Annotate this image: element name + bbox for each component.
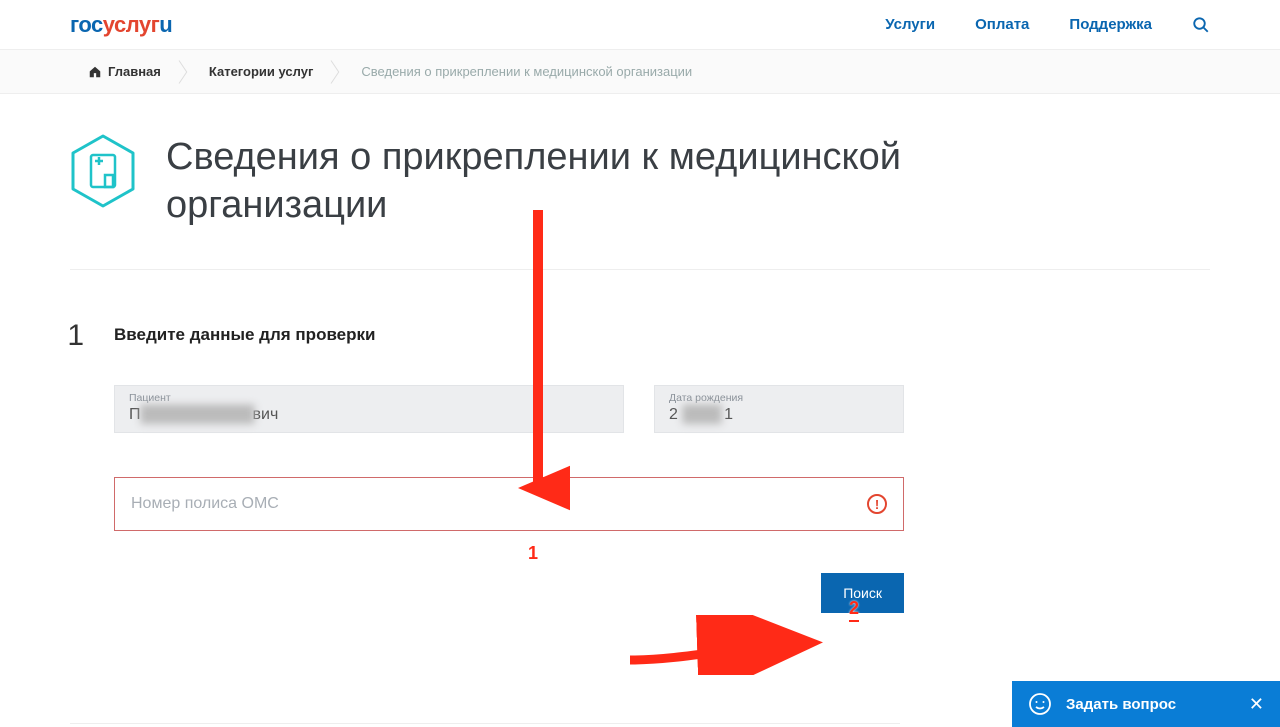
breadcrumb-home[interactable]: Главная [70,50,179,93]
breadcrumb: Главная Категории услуг Сведения о прикр… [0,50,1280,94]
button-row: Поиск [114,573,904,613]
logo[interactable]: госуслугu [70,12,172,38]
service-hex-icon [70,134,136,208]
oms-input[interactable]: Номер полиса ОМС ! [114,477,904,531]
step-body: Введите данные для проверки Пациент П███… [114,325,1210,613]
breadcrumb-current-label: Сведения о прикреплении к медицинской ор… [361,64,692,79]
patient-value: П████████████вич [129,406,609,424]
step-1: 1 Введите данные для проверки Пациент П█… [70,325,1210,613]
breadcrumb-current: Сведения о прикреплении к медицинской ор… [343,50,710,93]
chat-close-icon[interactable]: ✕ [1249,695,1264,713]
section-divider [70,723,900,724]
step-number: 1 [56,321,84,613]
header: госуслугu Услуги Оплата Поддержка [0,0,1280,50]
breadcrumb-categories-label: Категории услуг [209,64,314,79]
nav-payment[interactable]: Оплата [975,16,1029,33]
step-title: Введите данные для проверки [114,325,1210,345]
dob-value-suffix: 1 [724,406,733,423]
nav-right: Услуги Оплата Поддержка [885,16,1210,34]
patient-value-redacted: ████████████ [141,406,253,424]
nav-services[interactable]: Услуги [885,16,935,33]
dob-value-prefix: 2 [669,406,678,423]
logo-part-3: u [159,12,172,37]
dob-field: Дата рождения 2 ████ 1 [654,385,904,433]
logo-part-2: услуг [103,12,160,37]
arrow-right-annotation [625,615,825,675]
dob-value: 2 ████ 1 [669,406,889,424]
chat-label: Задать вопрос [1066,696,1235,713]
breadcrumb-home-label: Главная [108,64,161,79]
logo-part-1: гос [70,12,103,37]
home-icon [88,65,102,79]
dob-value-redacted: ████ [682,406,719,424]
error-icon: ! [867,494,887,514]
search-icon[interactable] [1192,16,1210,34]
patient-value-suffix: вич [253,406,279,423]
page-title: Сведения о прикреплении к медицинской ор… [166,134,1026,229]
breadcrumb-categories[interactable]: Категории услуг [191,50,332,93]
patient-label: Пациент [129,392,609,404]
search-button[interactable]: Поиск [821,573,904,613]
main: Сведения о прикреплении к медицинской ор… [0,94,1280,613]
patient-field: Пациент П████████████вич [114,385,624,433]
title-row: Сведения о прикреплении к медицинской ор… [70,134,1210,270]
breadcrumb-sep [331,50,343,94]
dob-label: Дата рождения [669,392,889,404]
nav-support[interactable]: Поддержка [1069,16,1152,33]
patient-value-prefix: П [129,406,141,423]
oms-placeholder: Номер полиса ОМС [131,495,279,513]
readonly-fields-row: Пациент П████████████вич Дата рождения 2… [114,385,1210,433]
breadcrumb-sep [179,50,191,94]
chat-widget[interactable]: Задать вопрос ✕ [1012,681,1280,727]
chat-face-icon [1028,692,1052,716]
